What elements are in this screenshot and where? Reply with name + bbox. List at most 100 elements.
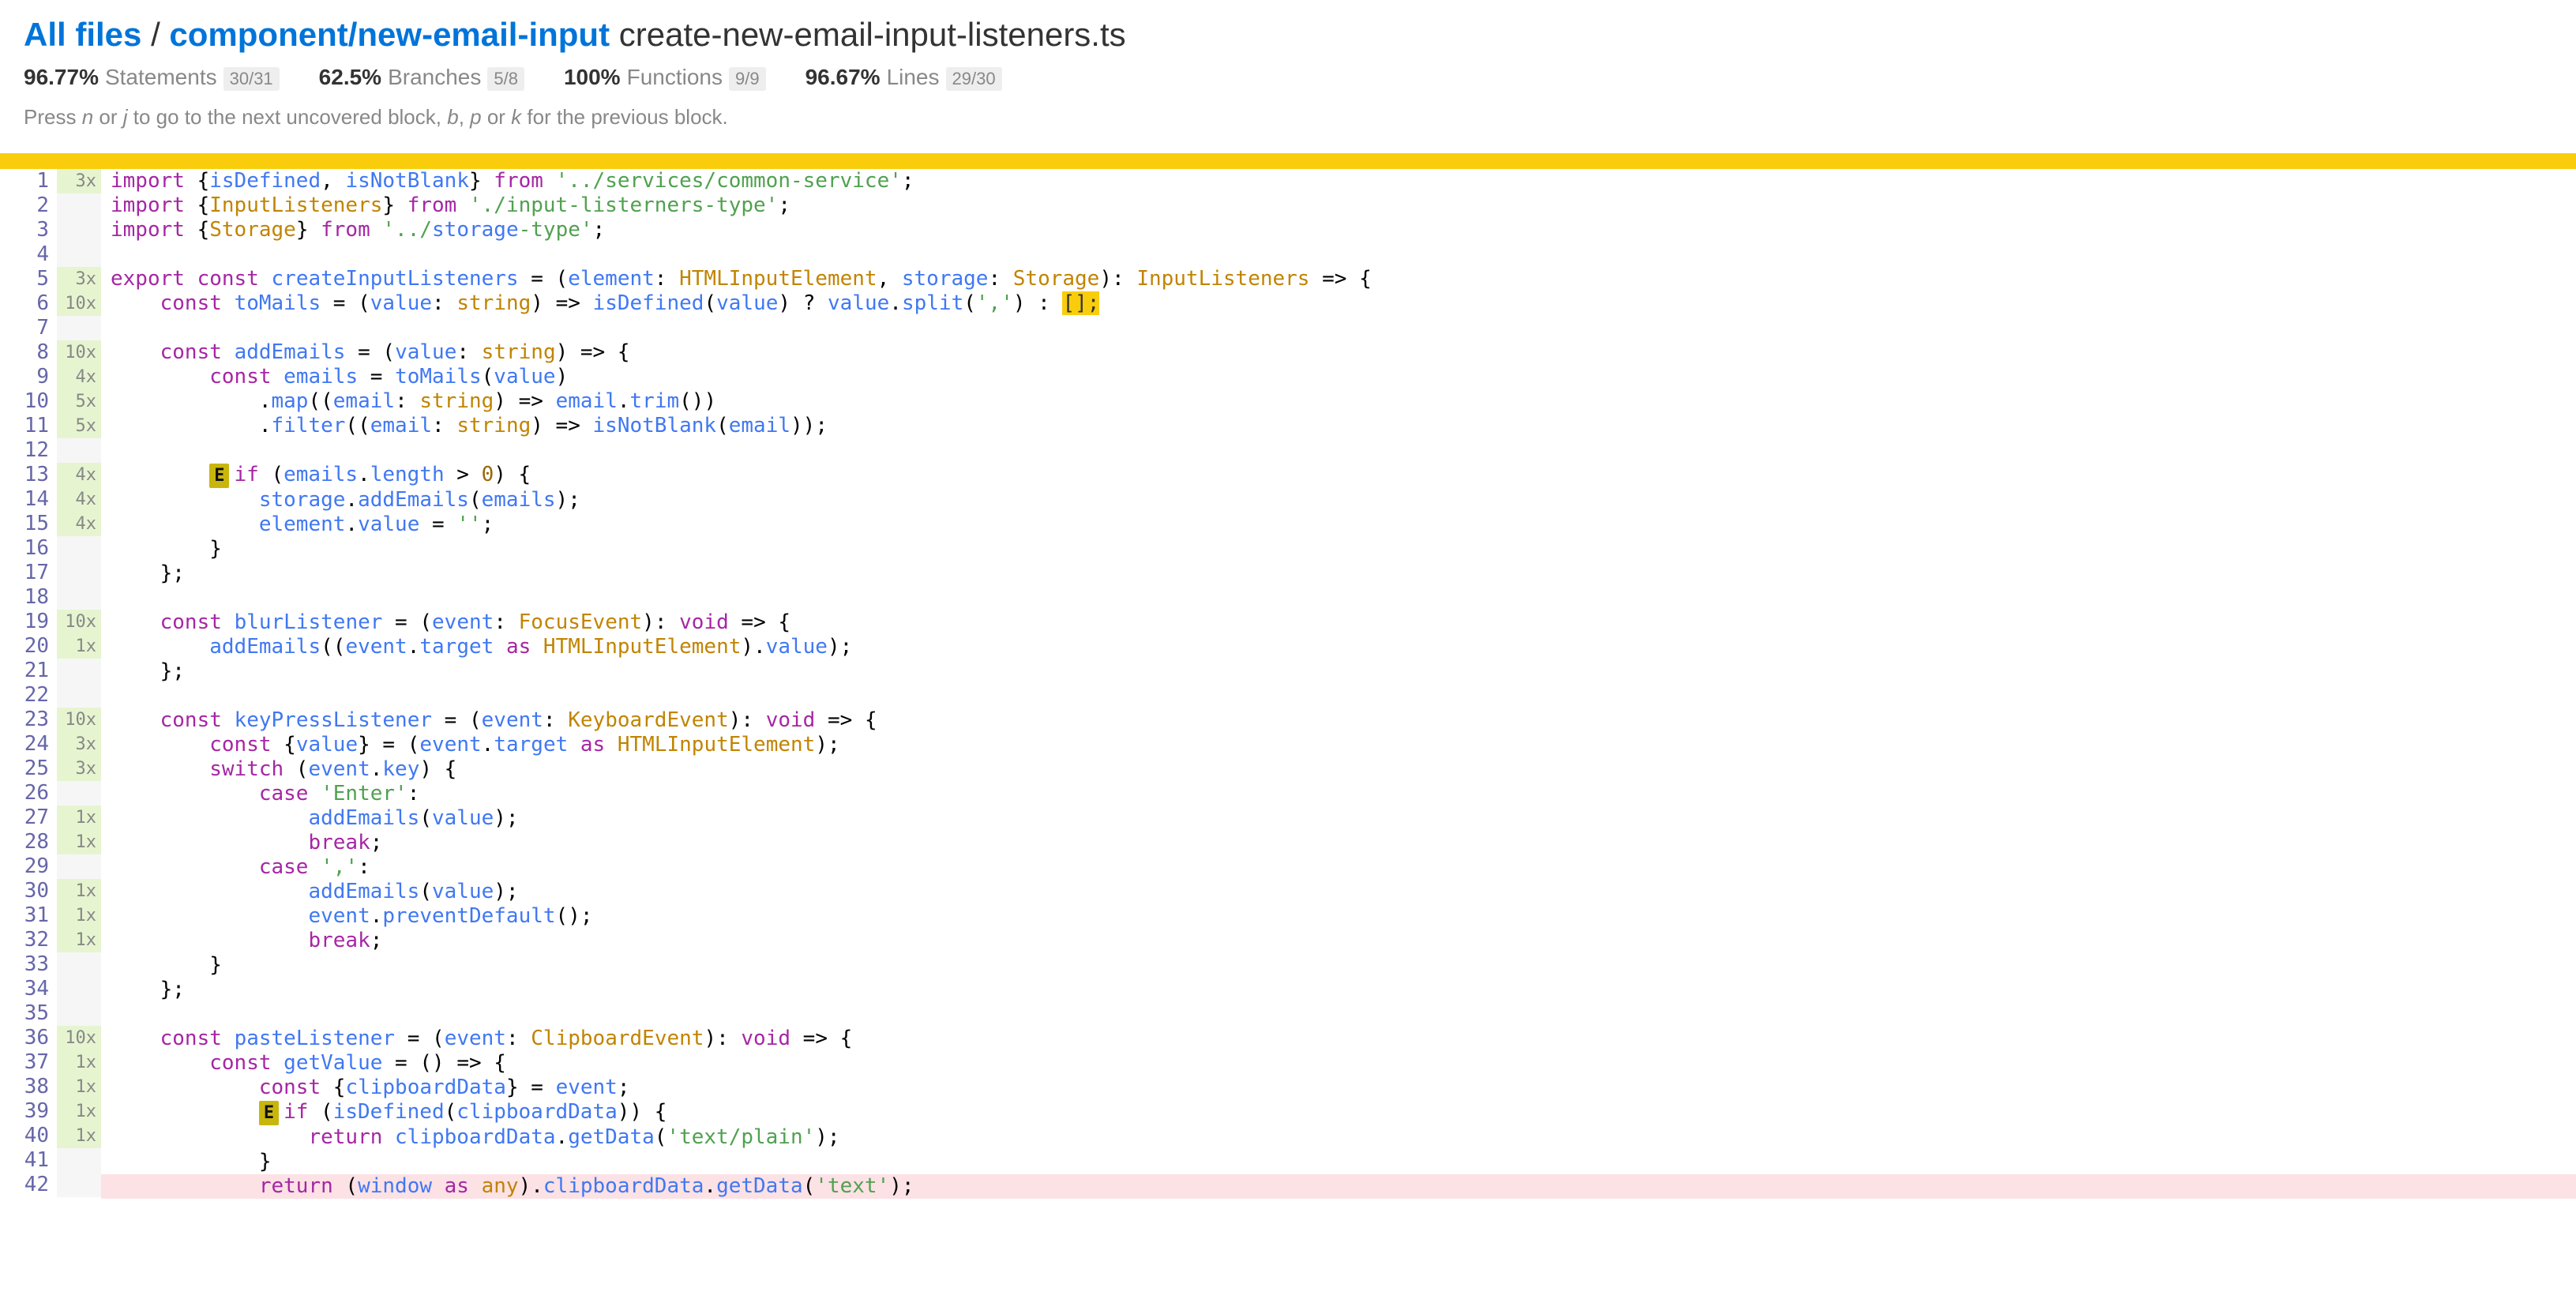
line-number[interactable]: 7 [11, 316, 49, 340]
source-line: }; [101, 659, 2576, 684]
hit-count [57, 438, 101, 463]
hit-count: 1x [57, 1050, 101, 1075]
source-line: } [101, 537, 2576, 561]
hit-count [57, 1173, 101, 1197]
source-line [101, 242, 2576, 267]
line-number[interactable]: 11 [11, 414, 49, 438]
source-line: event.preventDefault(); [101, 904, 2576, 929]
stat-pct: 96.67% [805, 65, 881, 90]
source-line: addEmails(value); [101, 806, 2576, 831]
line-number[interactable]: 24 [11, 732, 49, 757]
source-line: addEmails(value); [101, 880, 2576, 904]
source-line: element.value = ''; [101, 513, 2576, 537]
source-line: const getValue = () => { [101, 1051, 2576, 1076]
source-line: case 'Enter': [101, 782, 2576, 806]
keyboard-hint: Press n or j to go to the next uncovered… [24, 105, 2552, 130]
source-line: const {value} = (event.target as HTMLInp… [101, 733, 2576, 757]
line-number[interactable]: 40 [11, 1124, 49, 1148]
line-number[interactable]: 12 [11, 438, 49, 463]
line-number[interactable]: 32 [11, 928, 49, 952]
hit-count: 3x [57, 732, 101, 757]
line-number[interactable]: 21 [11, 659, 49, 683]
source-line: const addEmails = (value: string) => { [101, 340, 2576, 365]
hit-count: 1x [57, 903, 101, 928]
hit-count: 10x [57, 340, 101, 365]
line-number[interactable]: 39 [11, 1099, 49, 1124]
line-number[interactable]: 4 [11, 242, 49, 267]
line-number[interactable]: 31 [11, 903, 49, 928]
line-number[interactable]: 2 [11, 193, 49, 218]
breadcrumb-path-link[interactable]: component/new-email-input [169, 16, 610, 53]
hit-count [57, 193, 101, 218]
hit-count [57, 977, 101, 1001]
line-number[interactable]: 3 [11, 218, 49, 242]
hit-count: 10x [57, 1026, 101, 1050]
stat-frac: 29/30 [946, 67, 1002, 91]
source-line [101, 684, 2576, 708]
line-number[interactable]: 19 [11, 610, 49, 634]
line-number[interactable]: 9 [11, 365, 49, 389]
hit-count: 10x [57, 708, 101, 732]
stat-label: Lines [887, 65, 940, 90]
hit-count [57, 781, 101, 805]
line-number[interactable]: 17 [11, 561, 49, 585]
source-line: const pasteListener = (event: ClipboardE… [101, 1027, 2576, 1051]
stat-branches: 62.5% Branches 5/8 [319, 65, 524, 91]
stat-pct: 62.5% [319, 65, 381, 90]
line-number[interactable]: 22 [11, 683, 49, 708]
stat-frac: 9/9 [729, 67, 766, 91]
stat-pct: 96.77% [24, 65, 99, 90]
line-number[interactable]: 10 [11, 389, 49, 414]
line-number[interactable]: 27 [11, 805, 49, 830]
coverage-stats: 96.77% Statements 30/31 62.5% Branches 5… [24, 65, 2552, 91]
hit-count [57, 242, 101, 267]
line-number[interactable]: 41 [11, 1148, 49, 1173]
line-number[interactable]: 8 [11, 340, 49, 365]
stat-label: Branches [388, 65, 481, 90]
line-number[interactable]: 29 [11, 854, 49, 879]
line-number[interactable]: 28 [11, 830, 49, 854]
line-number[interactable]: 14 [11, 487, 49, 512]
breadcrumb-root-link[interactable]: All files [24, 16, 141, 53]
line-number[interactable]: 25 [11, 757, 49, 781]
hit-count: 1x [57, 1075, 101, 1099]
hit-count: 10x [57, 610, 101, 634]
source-line: import {InputListeners} from './input-li… [101, 193, 2576, 218]
line-number[interactable]: 6 [11, 291, 49, 316]
hit-count [57, 561, 101, 585]
line-number[interactable]: 35 [11, 1001, 49, 1026]
source-line: Eif (isDefined(clipboardData)) { [101, 1100, 2576, 1125]
source-line: break; [101, 929, 2576, 953]
line-number[interactable]: 34 [11, 977, 49, 1001]
hit-count [57, 952, 101, 977]
hit-count: 1x [57, 879, 101, 903]
hit-count: 1x [57, 928, 101, 952]
line-number[interactable]: 20 [11, 634, 49, 659]
line-number[interactable]: 23 [11, 708, 49, 732]
line-number[interactable]: 42 [11, 1173, 49, 1197]
line-number[interactable]: 30 [11, 879, 49, 903]
line-number[interactable]: 15 [11, 512, 49, 536]
hit-count: 4x [57, 463, 101, 487]
source-line: switch (event.key) { [101, 757, 2576, 782]
line-number[interactable]: 26 [11, 781, 49, 805]
line-number[interactable]: 13 [11, 463, 49, 487]
source-line: break; [101, 831, 2576, 855]
source-line: const blurListener = (event: FocusEvent)… [101, 610, 2576, 635]
line-number[interactable]: 18 [11, 585, 49, 610]
stat-pct: 100% [564, 65, 621, 90]
line-number[interactable]: 16 [11, 536, 49, 561]
hit-count: 3x [57, 267, 101, 291]
hit-count [57, 854, 101, 879]
line-number[interactable]: 37 [11, 1050, 49, 1075]
line-number[interactable]: 33 [11, 952, 49, 977]
line-number[interactable]: 5 [11, 267, 49, 291]
line-number[interactable]: 38 [11, 1075, 49, 1099]
source-line [101, 586, 2576, 610]
stat-label: Functions [627, 65, 723, 90]
hit-count: 4x [57, 487, 101, 512]
line-number[interactable]: 36 [11, 1026, 49, 1050]
line-number[interactable]: 1 [11, 169, 49, 193]
source-line: storage.addEmails(emails); [101, 488, 2576, 513]
source-line: }; [101, 561, 2576, 586]
